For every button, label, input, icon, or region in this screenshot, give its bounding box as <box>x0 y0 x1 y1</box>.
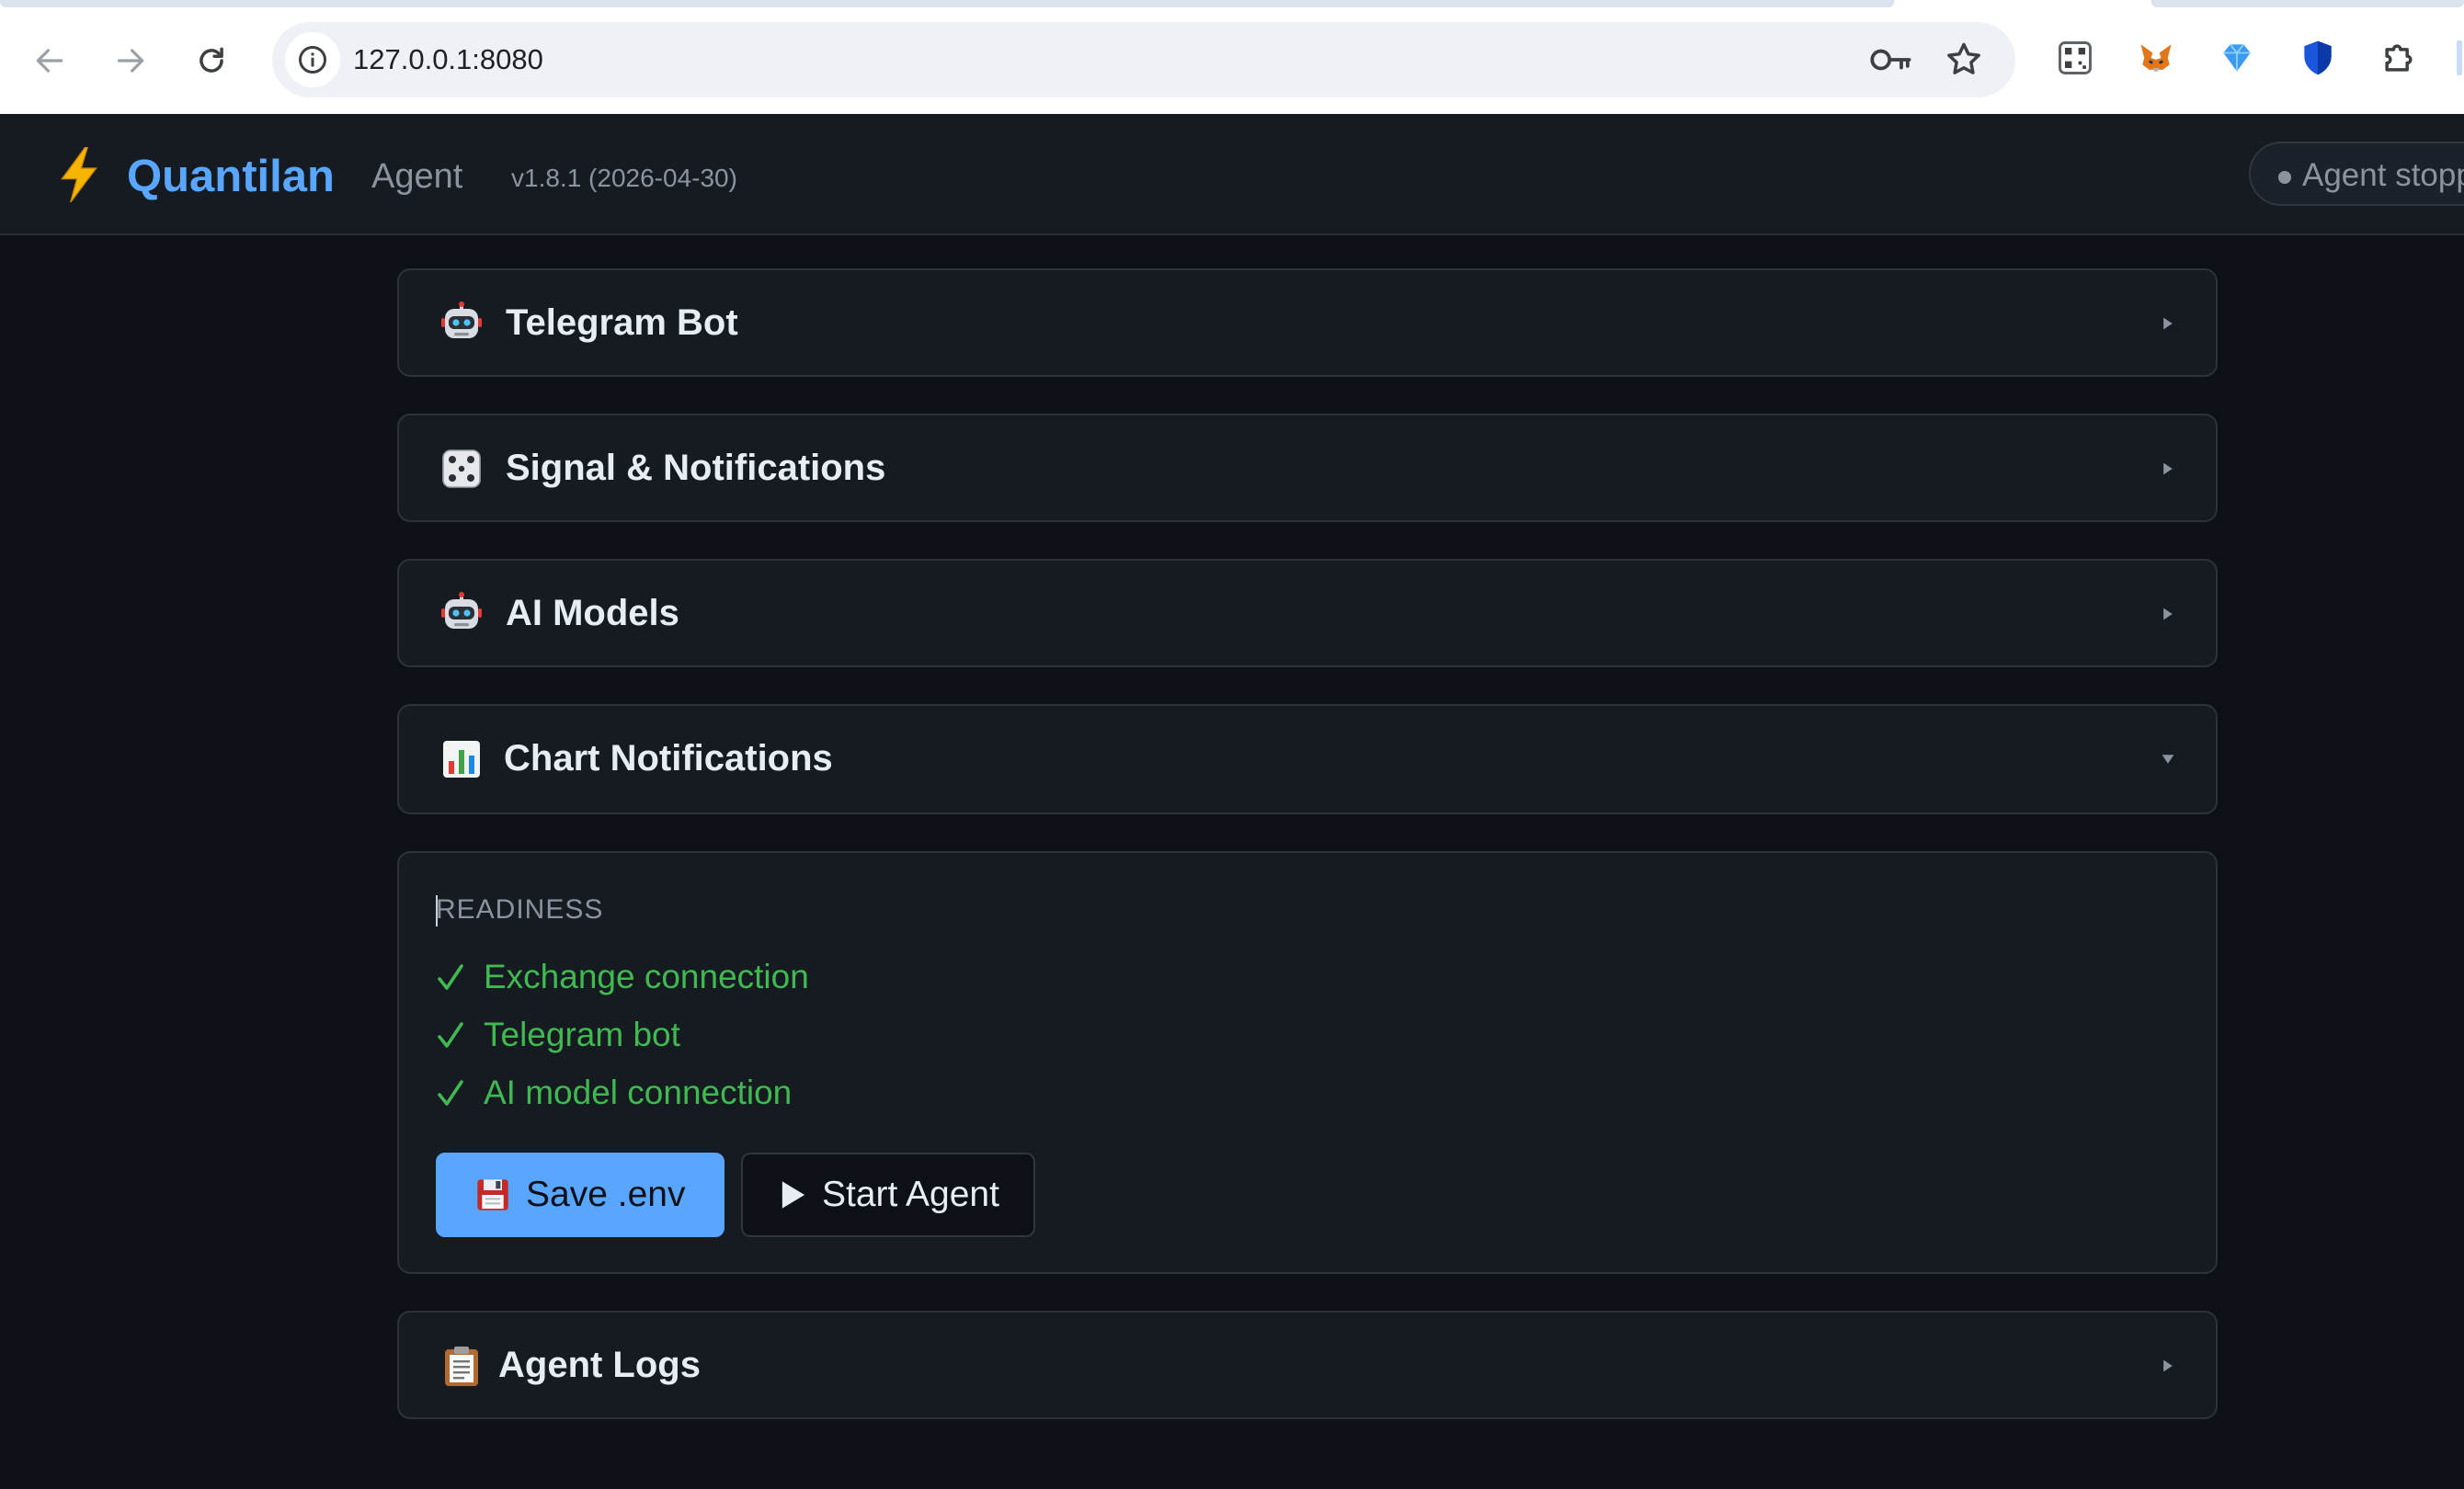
readiness-card: READINESS Exchange connection Telegram b… <box>397 851 2218 1274</box>
shield-icon <box>2304 40 2332 75</box>
forward-button[interactable] <box>105 35 156 86</box>
start-agent-button[interactable]: Start Agent <box>741 1153 1035 1237</box>
caret-right-icon <box>2163 317 2173 330</box>
section-ai-models[interactable]: AI Models <box>397 559 2218 667</box>
play-icon <box>781 1181 805 1209</box>
clipboard-icon <box>445 1347 478 1386</box>
tab-strip <box>0 0 2464 7</box>
section-title: Telegram Bot <box>506 302 738 343</box>
caret-right-icon <box>2163 1359 2173 1372</box>
readiness-item: Exchange connection <box>436 954 809 1000</box>
qr-code-icon <box>2059 41 2092 74</box>
readiness-item: Telegram bot <box>436 1012 680 1058</box>
section-title: Agent Logs <box>498 1345 701 1385</box>
checkmark-icon <box>438 1022 463 1048</box>
section-agent-logs[interactable]: Agent Logs <box>397 1311 2218 1419</box>
readiness-item: AI model connection <box>436 1070 792 1116</box>
readiness-item-label: Exchange connection <box>484 958 809 995</box>
caret-right-icon <box>2163 608 2173 620</box>
section-title: Signal & Notifications <box>506 448 886 488</box>
floppy-disk-icon <box>477 1179 508 1211</box>
status-dot-icon <box>2278 170 2291 184</box>
site-info-button[interactable] <box>285 32 340 87</box>
brand-subtitle: Agent <box>371 157 463 196</box>
back-button[interactable] <box>24 35 75 86</box>
info-icon <box>299 46 326 74</box>
dice-icon <box>442 449 481 488</box>
lightning-icon <box>61 147 97 202</box>
version-label: v1.8.1 (2026-04-30) <box>511 164 737 192</box>
tab-edge[interactable] <box>2151 0 2464 7</box>
url-text[interactable]: 127.0.0.1:8080 <box>353 22 543 97</box>
readiness-item-label: Telegram bot <box>484 1016 680 1053</box>
save-env-label: Save .env <box>526 1175 686 1214</box>
agent-status-badge: Agent stopped <box>2249 142 2464 206</box>
extension-qr[interactable] <box>2054 37 2096 79</box>
checkmark-icon <box>438 964 463 990</box>
start-agent-label: Start Agent <box>822 1175 999 1214</box>
section-signal-notifications[interactable]: Signal & Notifications <box>397 414 2218 522</box>
extension-diamond[interactable] <box>2216 37 2258 79</box>
active-tab-edge[interactable] <box>0 0 1894 7</box>
diamond-icon <box>2223 43 2251 72</box>
brand-title: Quantilan <box>127 152 335 201</box>
browser-toolbar: 127.0.0.1:8080 <box>0 0 2464 114</box>
reload-button[interactable] <box>186 35 237 86</box>
caret-down-icon <box>2162 755 2174 764</box>
readiness-item-label: AI model connection <box>484 1074 793 1111</box>
reload-icon <box>200 47 223 73</box>
bar-chart-icon <box>443 741 480 778</box>
bookmark-star-icon[interactable] <box>1944 40 1984 80</box>
caret-right-icon <box>2163 462 2173 475</box>
app-header: Quantilan Agent v1.8.1 (2026-04-30) Agen… <box>0 114 2464 235</box>
section-title: AI Models <box>506 593 679 633</box>
side-panel-edge[interactable] <box>2457 40 2462 75</box>
section-title: Chart Notifications <box>504 738 833 779</box>
robot-icon <box>441 301 482 338</box>
readiness-heading: READINESS <box>436 894 604 925</box>
agent-status-text: Agent stopped <box>2302 157 2464 193</box>
arrow-left-icon <box>36 49 63 73</box>
robot-icon <box>441 592 482 629</box>
fox-icon <box>2140 44 2172 72</box>
checkmark-icon <box>438 1080 463 1106</box>
extension-metamask[interactable] <box>2135 37 2177 79</box>
puzzle-icon <box>2385 44 2413 72</box>
extension-shield[interactable] <box>2297 37 2339 79</box>
section-telegram-bot[interactable]: Telegram Bot <box>397 268 2218 377</box>
save-env-button[interactable]: Save .env <box>436 1153 724 1237</box>
password-key-icon[interactable] <box>1868 41 1912 78</box>
extensions-button[interactable] <box>2378 37 2420 79</box>
section-chart-notifications[interactable]: Chart Notifications <box>397 704 2218 814</box>
arrow-right-icon <box>117 49 144 73</box>
address-bar[interactable]: 127.0.0.1:8080 <box>272 22 2015 97</box>
